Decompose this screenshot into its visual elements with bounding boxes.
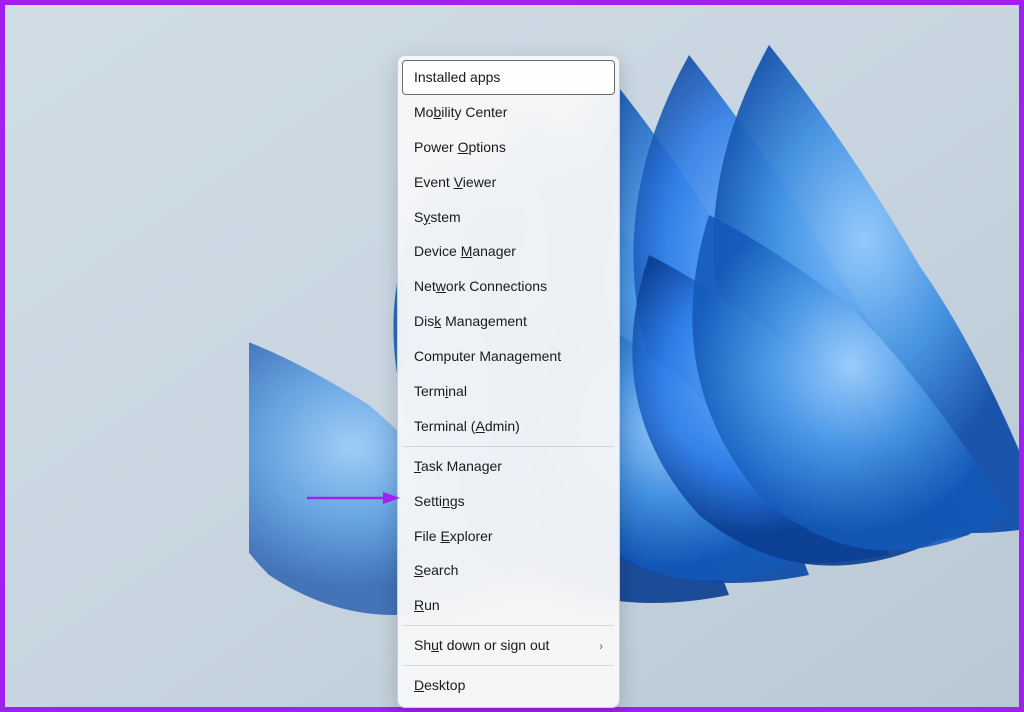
chevron-right-icon: › — [599, 638, 603, 654]
menu-item-label: System — [414, 208, 461, 227]
menu-item-label: Mobility Center — [414, 103, 507, 122]
menu-item-disk-management[interactable]: Disk Management — [402, 304, 615, 339]
menu-item-network-connections[interactable]: Network Connections — [402, 269, 615, 304]
bloom-wallpaper — [249, 5, 1019, 707]
menu-separator — [403, 625, 614, 626]
menu-item-terminal[interactable]: Terminal — [402, 374, 615, 409]
menu-item-label: Desktop — [414, 676, 465, 695]
menu-separator — [403, 446, 614, 447]
menu-item-run[interactable]: Run — [402, 588, 615, 623]
menu-item-label: Terminal (Admin) — [414, 417, 520, 436]
menu-item-mobility-center[interactable]: Mobility Center — [402, 95, 615, 130]
menu-item-installed-apps[interactable]: Installed apps — [402, 60, 615, 95]
menu-item-label: Computer Management — [414, 347, 561, 366]
menu-item-label: Settings — [414, 492, 465, 511]
menu-item-device-manager[interactable]: Device Manager — [402, 234, 615, 269]
menu-item-file-explorer[interactable]: File Explorer — [402, 519, 615, 554]
menu-item-terminal-admin[interactable]: Terminal (Admin) — [402, 409, 615, 444]
menu-item-label: File Explorer — [414, 527, 493, 546]
menu-item-power-options[interactable]: Power Options — [402, 130, 615, 165]
menu-item-event-viewer[interactable]: Event Viewer — [402, 165, 615, 200]
menu-item-search[interactable]: Search — [402, 553, 615, 588]
winx-context-menu[interactable]: Installed apps Mobility Center Power Optio… — [397, 55, 620, 708]
menu-separator — [403, 665, 614, 666]
menu-item-desktop[interactable]: Desktop — [402, 668, 615, 703]
menu-item-label: Power Options — [414, 138, 506, 157]
menu-item-label: Search — [414, 561, 458, 580]
menu-item-label: Disk Management — [414, 312, 527, 331]
menu-item-label: Run — [414, 596, 440, 615]
menu-item-settings[interactable]: Settings — [402, 484, 615, 519]
menu-item-label: Shut down or sign out — [414, 636, 549, 655]
menu-item-task-manager[interactable]: Task Manager — [402, 449, 615, 484]
menu-item-label: Installed apps — [414, 68, 500, 87]
menu-item-system[interactable]: System — [402, 200, 615, 235]
menu-item-label: Device Manager — [414, 242, 516, 261]
menu-item-computer-management[interactable]: Computer Management — [402, 339, 615, 374]
menu-item-shut-down-sign-out[interactable]: Shut down or sign out › — [402, 628, 615, 663]
menu-item-label: Network Connections — [414, 277, 547, 296]
menu-item-label: Terminal — [414, 382, 467, 401]
menu-item-label: Event Viewer — [414, 173, 496, 192]
menu-item-label: Task Manager — [414, 457, 502, 476]
